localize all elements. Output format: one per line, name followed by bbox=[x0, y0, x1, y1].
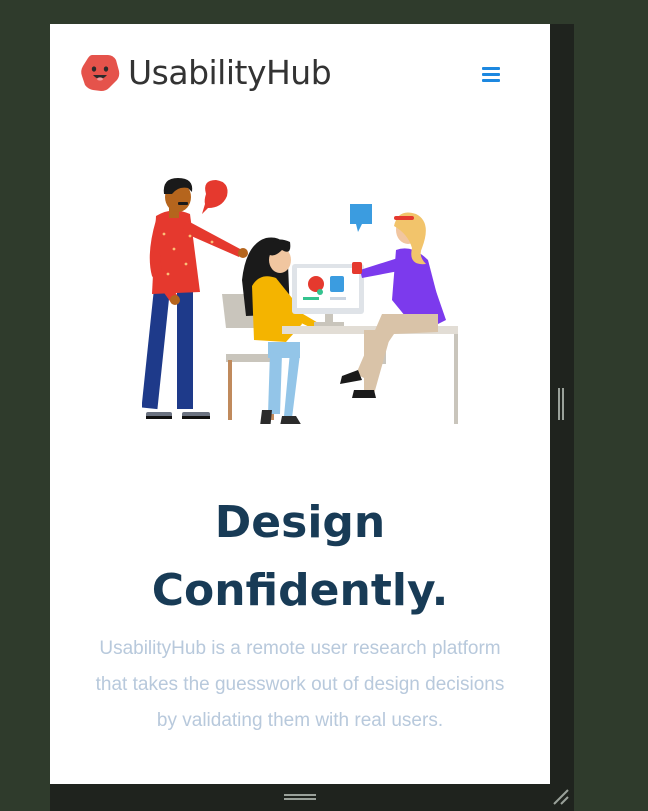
hero-headline-line2: Confidently. bbox=[151, 565, 449, 616]
hero-headline-line1: Design bbox=[214, 497, 386, 548]
hero-headline: Design Confidently. bbox=[50, 489, 550, 625]
horizontal-resize-grip[interactable] bbox=[284, 794, 316, 800]
brand-logo-link[interactable]: UsabilityHub bbox=[80, 52, 332, 92]
page-viewport: UsabilityHub Design Confidently. Usabili… bbox=[50, 24, 550, 784]
usabilityhub-logo-icon bbox=[81, 55, 120, 91]
corner-resize-grip[interactable] bbox=[552, 788, 570, 806]
responsive-preview-frame: UsabilityHub Design Confidently. Usabili… bbox=[50, 24, 574, 811]
hero-description: UsabilityHub is a remote user research p… bbox=[95, 638, 505, 731]
brand-name: UsabilityHub bbox=[128, 52, 332, 92]
vertical-resize-grip[interactable] bbox=[558, 388, 564, 420]
team-at-computer-illustration bbox=[142, 178, 458, 424]
site-header: UsabilityHub bbox=[50, 24, 550, 124]
hamburger-menu-icon[interactable] bbox=[482, 67, 500, 83]
